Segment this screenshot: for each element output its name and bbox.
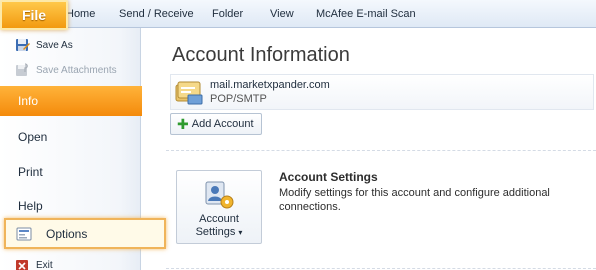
- save-attachments-icon: [14, 62, 30, 78]
- nav-item-label: Info: [18, 94, 39, 108]
- nav-item-open[interactable]: Open: [0, 122, 141, 152]
- account-settings-button-line1: Account: [199, 213, 239, 225]
- account-email: mail.marketxpander.com: [210, 79, 330, 91]
- exit-label: Exit: [36, 259, 53, 270]
- options-icon: [16, 226, 32, 242]
- section-divider: [166, 268, 596, 269]
- outlook-backstage-window: Home Send / Receive Folder View McAfee E…: [0, 0, 596, 270]
- nav-item-help[interactable]: Help: [0, 191, 141, 221]
- ribbon-tab-bar: Home Send / Receive Folder View McAfee E…: [0, 0, 596, 28]
- tab-home[interactable]: Home: [66, 8, 95, 20]
- tab-send-receive[interactable]: Send / Receive: [119, 8, 194, 20]
- exit-icon: [14, 257, 30, 270]
- page-title: Account Information: [172, 44, 350, 66]
- nav-item-info[interactable]: Info: [0, 86, 154, 116]
- tab-mcafee-email-scan[interactable]: McAfee E-mail Scan: [316, 8, 416, 20]
- add-account-button[interactable]: ✚ Add Account: [170, 113, 262, 135]
- dropdown-arrow-icon: ▾: [238, 228, 243, 237]
- nav-item-print[interactable]: Print: [0, 157, 141, 187]
- exit-command[interactable]: Exit: [14, 256, 53, 270]
- account-type: POP/SMTP: [210, 93, 267, 105]
- save-attachments-label: Save Attachments: [36, 64, 117, 76]
- section-divider: [166, 150, 596, 151]
- tab-view[interactable]: View: [270, 8, 294, 20]
- save-as-command[interactable]: Save As: [14, 36, 73, 54]
- nav-item-options[interactable]: Options: [4, 218, 166, 249]
- plus-icon: ✚: [177, 116, 189, 132]
- account-settings-button-line2: Settings ▾: [195, 226, 243, 238]
- save-attachments-command[interactable]: Save Attachments: [14, 61, 117, 79]
- nav-item-label: Help: [18, 199, 43, 213]
- add-account-label: Add Account: [191, 118, 254, 130]
- file-tab[interactable]: File: [0, 0, 68, 30]
- account-selector[interactable]: mail.marketxpander.com POP/SMTP: [170, 74, 594, 110]
- options-label: Options: [46, 226, 88, 241]
- save-as-label: Save As: [36, 39, 73, 51]
- account-settings-title: Account Settings: [279, 170, 378, 184]
- mailbox-icon: [174, 77, 204, 107]
- account-settings-button[interactable]: Account Settings ▾: [176, 170, 262, 244]
- account-information-pane: Account Information mail.marketxpander.c…: [142, 28, 596, 270]
- account-settings-icon: [203, 179, 235, 211]
- tab-folder[interactable]: Folder: [212, 8, 243, 20]
- nav-item-label: Print: [18, 165, 43, 179]
- nav-item-label: Open: [18, 130, 48, 144]
- account-settings-description: Modify settings for this account and con…: [279, 187, 550, 213]
- save-as-icon: [14, 37, 30, 53]
